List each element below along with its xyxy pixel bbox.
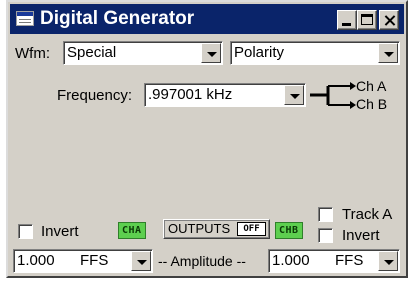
app-window-icon: [16, 11, 34, 26]
frequency-label: Frequency:: [57, 87, 133, 104]
amplitude-b-value: 1.000: [272, 252, 310, 269]
frequency-value: .997001 kHz: [148, 86, 233, 103]
chevron-down-icon[interactable]: [378, 43, 398, 63]
invert-b-label: Invert: [342, 227, 380, 244]
outputs-label: OUTPUTS: [168, 221, 231, 236]
window-title: Digital Generator: [40, 8, 195, 29]
frequency-select[interactable]: .997001 kHz: [144, 83, 306, 107]
track-a-label: Track A: [342, 206, 393, 223]
channel-b-badge: CHB: [275, 222, 303, 239]
amplitude-b-select[interactable]: 1.000 FFS: [268, 249, 400, 273]
waveform-label: Wfm:: [15, 45, 50, 62]
invert-b-checkbox[interactable]: [318, 228, 333, 243]
amplitude-label: -- Amplitude --: [158, 253, 246, 269]
chevron-down-icon[interactable]: [201, 43, 221, 63]
amplitude-a-select[interactable]: 1.000 FFS: [13, 249, 153, 273]
minimize-button[interactable]: [337, 10, 357, 30]
waveform-type-value: Special: [67, 44, 117, 61]
title-bar[interactable]: Digital Generator: [10, 4, 404, 34]
route-ch-b-label: Ch B: [356, 96, 388, 112]
invert-a-checkbox[interactable]: [18, 224, 33, 239]
chevron-down-icon[interactable]: [131, 251, 151, 271]
channel-a-badge: CHA: [118, 222, 146, 239]
chevron-down-icon[interactable]: [284, 85, 304, 105]
waveform-mode-value: Polarity: [234, 44, 285, 61]
minimize-icon: [342, 23, 351, 26]
split-arrow-icon: [310, 82, 356, 109]
maximize-icon: [361, 14, 373, 25]
route-ch-a-label: Ch A: [356, 78, 387, 94]
amplitude-a-unit: FFS: [80, 252, 109, 269]
amplitude-b-unit: FFS: [335, 252, 364, 269]
outputs-state-indicator: OFF: [237, 222, 266, 236]
chevron-down-icon[interactable]: [378, 251, 398, 271]
invert-a-label: Invert: [41, 223, 79, 240]
close-button[interactable]: [379, 10, 399, 30]
amplitude-a-value: 1.000: [17, 252, 55, 269]
digital-generator-window: Digital Generator Wfm: Special Polarity …: [6, 0, 408, 278]
track-a-checkbox[interactable]: [318, 207, 333, 222]
outputs-toggle-button[interactable]: OUTPUTS OFF: [163, 219, 270, 239]
waveform-mode-select[interactable]: Polarity: [230, 41, 400, 65]
maximize-button[interactable]: [357, 10, 377, 30]
waveform-type-select[interactable]: Special: [63, 41, 223, 65]
